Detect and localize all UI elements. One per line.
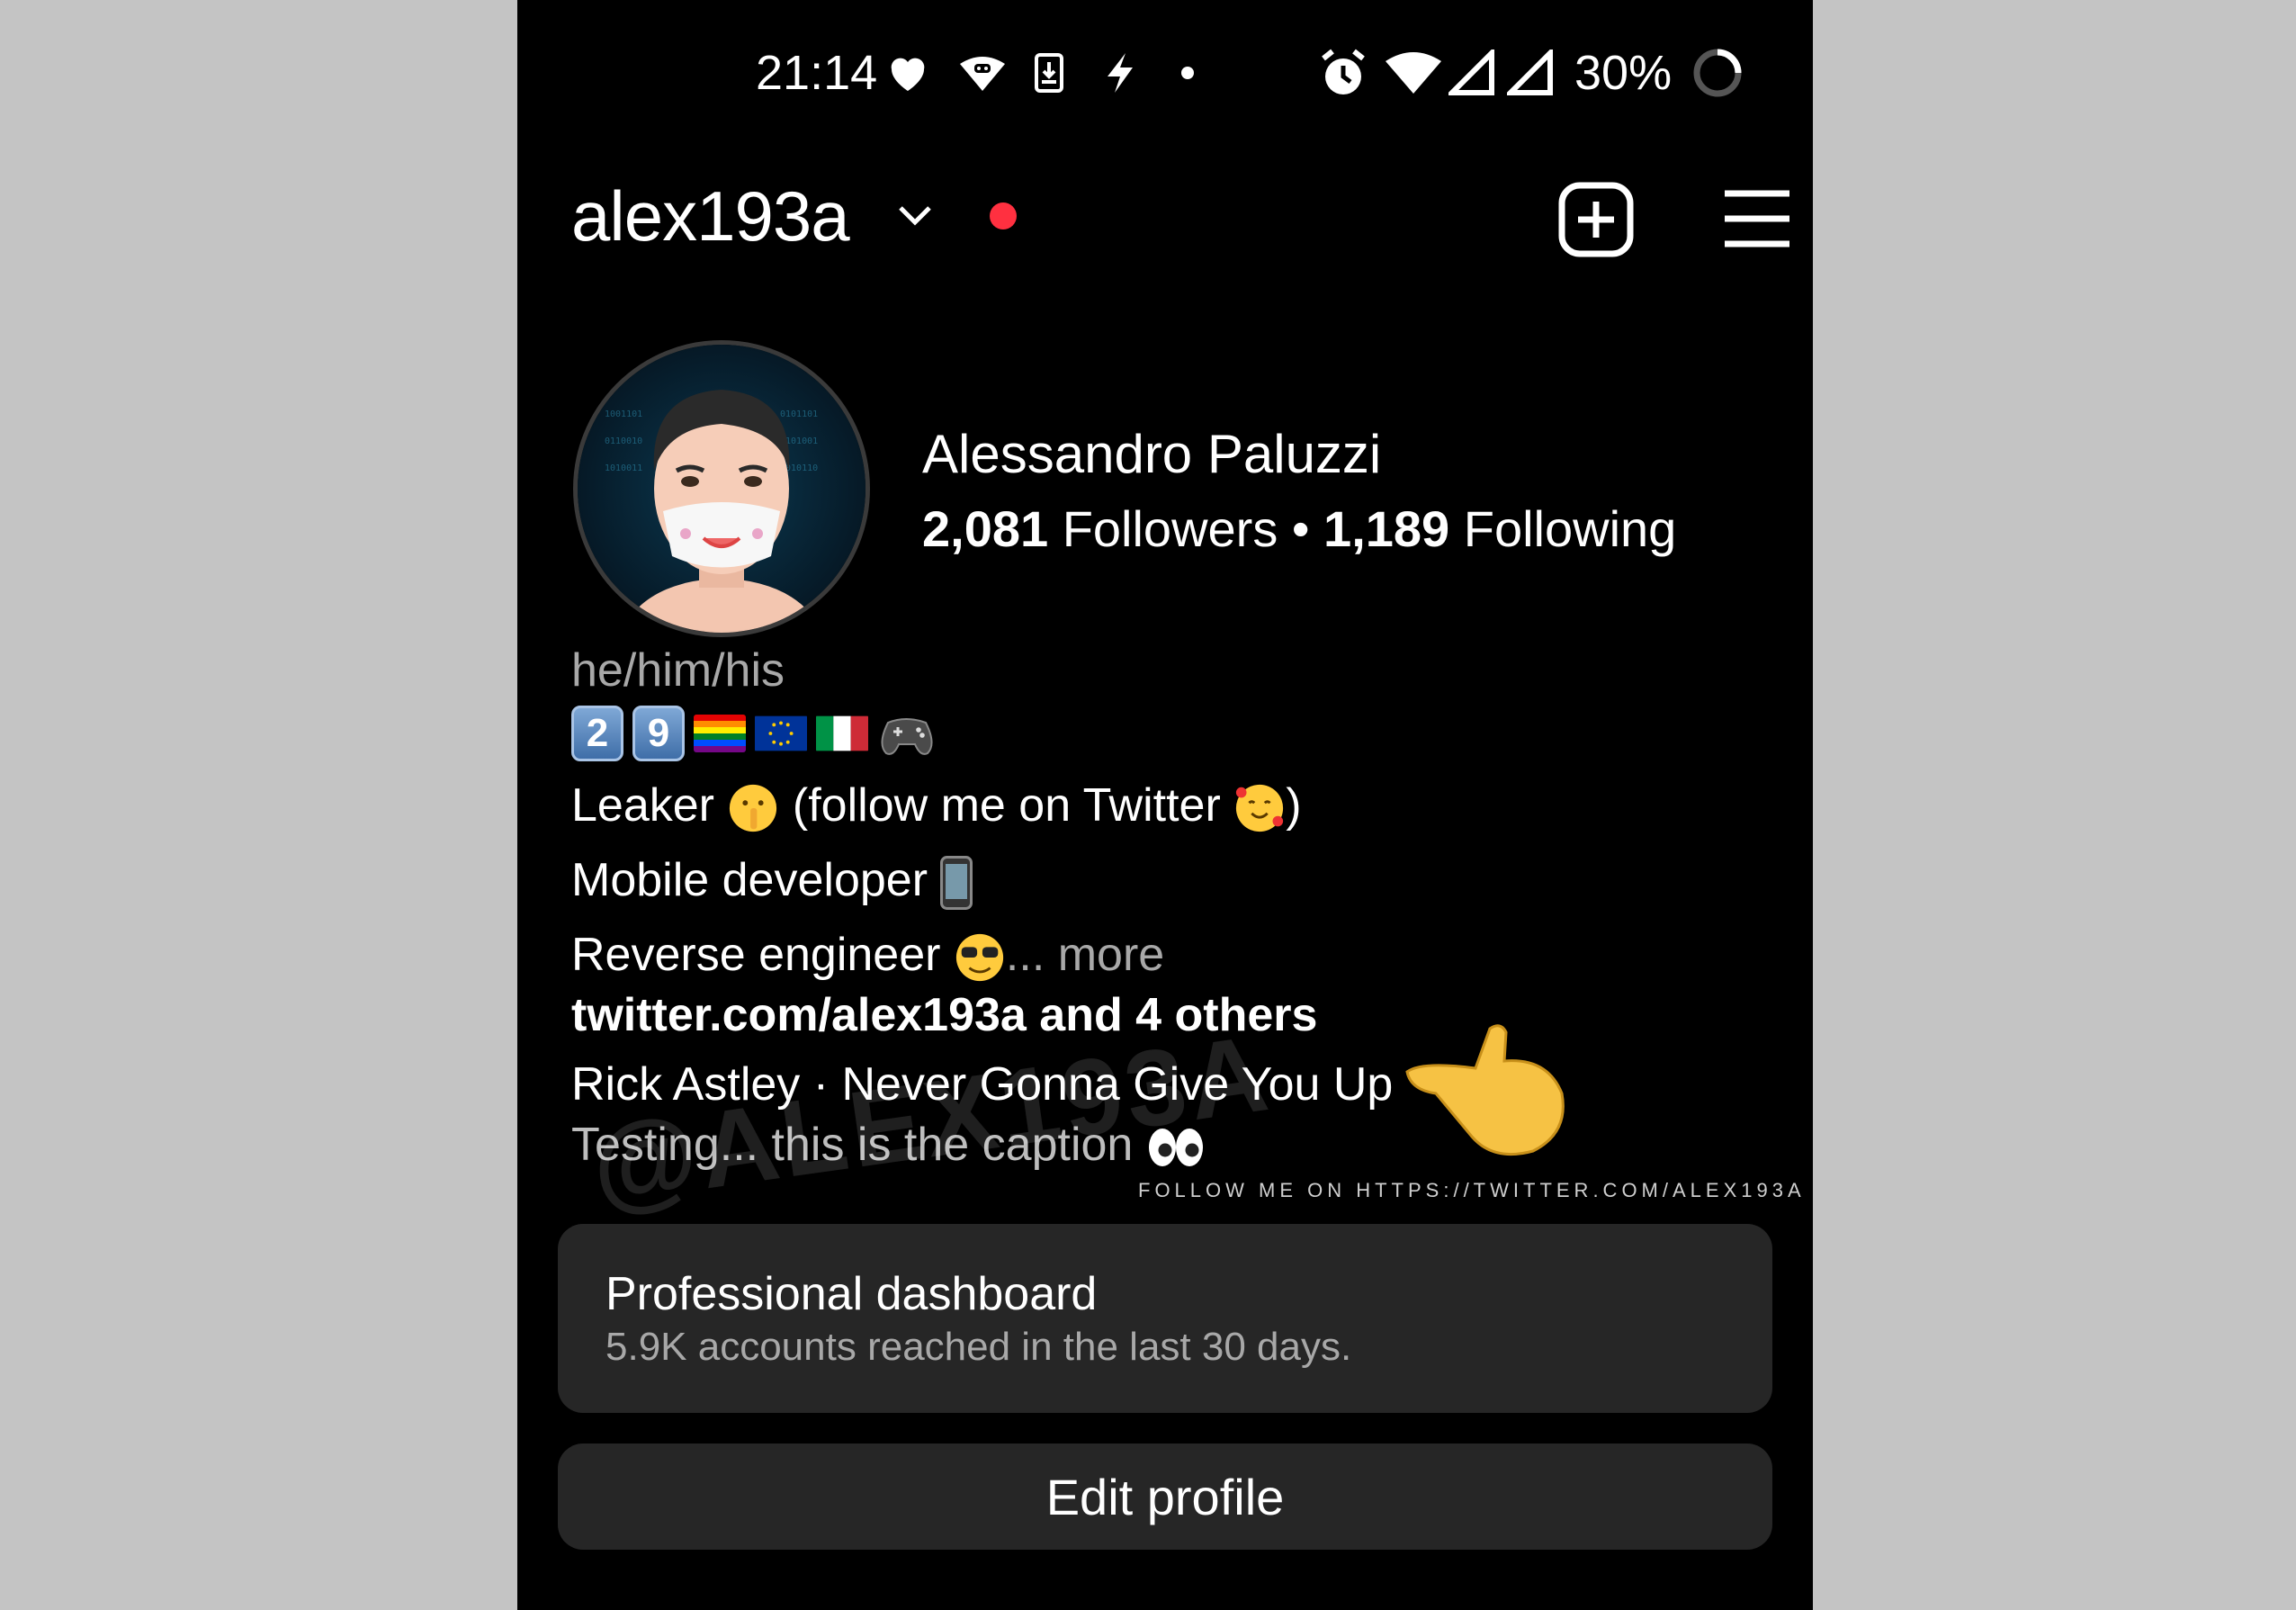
game-controller-icon xyxy=(881,718,933,755)
dashboard-subtitle: 5.9K accounts reached in the last 30 day… xyxy=(605,1325,1352,1369)
italy-flag-icon xyxy=(816,715,868,751)
followers-count[interactable]: 2,081 xyxy=(922,500,1048,557)
new-post-icon[interactable] xyxy=(1558,182,1634,262)
battery-percent: 30% xyxy=(1574,46,1673,100)
bio-line-3: Reverse engineer ... more xyxy=(571,928,1759,984)
shushing-face-icon xyxy=(730,785,777,832)
svg-text:1010011: 1010011 xyxy=(605,463,642,473)
bio-line-1: Leaker (follow me on Twitter ) xyxy=(571,778,1759,834)
username-switcher[interactable]: alex193a xyxy=(571,175,850,257)
notification-dot xyxy=(990,202,1017,229)
mobile-phone-icon xyxy=(940,856,973,911)
avatar[interactable]: 1001101 0110010 1010011 0101101 1101001 0010… xyxy=(573,340,870,637)
heart-icon xyxy=(886,49,929,97)
status-time: 21:14 xyxy=(756,46,878,100)
signal-icon xyxy=(1448,49,1495,97)
smiling-hearts-icon xyxy=(1236,785,1284,832)
android-icon xyxy=(958,49,1007,97)
dot-icon xyxy=(1179,49,1197,97)
bio-text: (follow me on Twitter xyxy=(779,779,1234,832)
svg-text:1001101: 1001101 xyxy=(605,409,642,419)
phone-screen: 21:14 30% alex193a 1001101 0110010 10100… xyxy=(517,0,1813,1610)
bio-text: Reverse engineer xyxy=(571,929,954,981)
edit-profile-button[interactable]: Edit profile xyxy=(558,1444,1772,1550)
profile-header: alex193a xyxy=(571,175,1789,265)
bio-more-link[interactable]: ... more xyxy=(1006,929,1164,981)
watermark-small: FOLLOW ME ON HTTPS://TWITTER.COM/ALEX193… xyxy=(1138,1179,1806,1201)
wifi-icon xyxy=(1386,49,1441,97)
svg-text:0101101: 0101101 xyxy=(780,409,818,419)
bio-line-2: Mobile developer xyxy=(571,853,1759,911)
eu-flag-icon xyxy=(755,715,807,751)
rainbow-flag-icon xyxy=(694,715,746,752)
status-bar: 21:14 30% xyxy=(517,36,1813,108)
sunglasses-face-icon xyxy=(955,934,1004,982)
dashboard-title: Professional dashboard xyxy=(605,1268,1098,1320)
chevron-down-icon[interactable] xyxy=(895,195,935,239)
download-icon xyxy=(1035,49,1063,97)
followers-label[interactable]: Followers xyxy=(1048,500,1278,557)
alarm-icon xyxy=(1318,49,1368,97)
bio-text: Leaker xyxy=(571,779,728,832)
following-label[interactable]: Following xyxy=(1449,500,1677,557)
stats-separator: • xyxy=(1278,500,1324,557)
pointing-hand-icon xyxy=(1405,1024,1565,1156)
follow-stats: 2,081 Followers • 1,189 Following xyxy=(922,499,1676,558)
professional-dashboard-card[interactable]: Professional dashboard 5.9K accounts rea… xyxy=(558,1224,1772,1413)
pronouns: he/him/his xyxy=(571,644,785,697)
menu-icon[interactable] xyxy=(1723,184,1791,257)
bolt-icon xyxy=(1102,49,1138,97)
bio-text: Mobile developer xyxy=(571,854,941,906)
keycap-digit: 2 xyxy=(571,706,623,761)
signal-icon xyxy=(1507,49,1554,97)
battery-ring-icon xyxy=(1691,49,1744,97)
keycap-digit: 9 xyxy=(632,706,685,761)
bio-text: ) xyxy=(1286,779,1302,832)
following-count[interactable]: 1,189 xyxy=(1323,500,1449,557)
display-name: Alessandro Paluzzi xyxy=(922,424,1382,484)
svg-text:0110010: 0110010 xyxy=(605,436,642,446)
bio-emoji-row: 2 9 xyxy=(571,702,1759,765)
